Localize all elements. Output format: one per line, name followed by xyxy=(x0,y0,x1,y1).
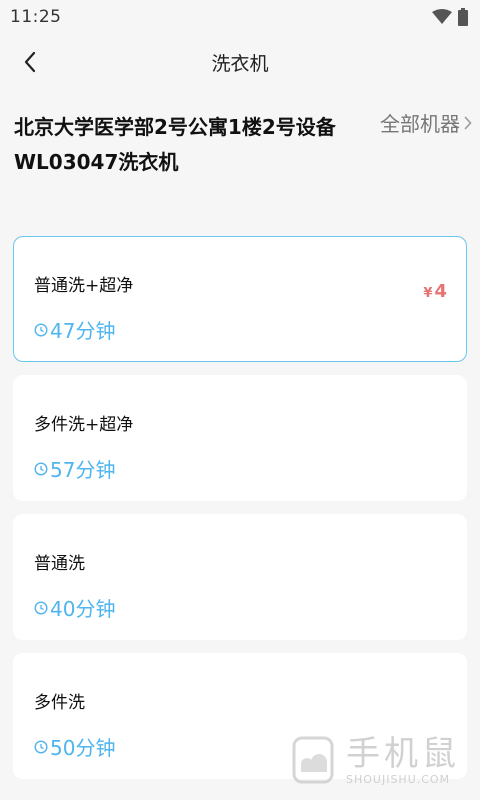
duration-text: 47分钟 xyxy=(50,319,116,343)
watermark-logo-icon xyxy=(292,736,334,784)
nav-bar: 洗衣机 xyxy=(0,34,480,90)
duration-text: 57分钟 xyxy=(50,458,116,482)
all-machines-link[interactable]: 全部机器 xyxy=(380,108,472,137)
program-list: 普通洗+超净 47分钟 ¥4 多件洗+超净 57分钟 普通洗 40分钟 多件洗 … xyxy=(0,236,480,779)
clock-icon xyxy=(34,461,48,476)
clock-icon xyxy=(34,322,48,337)
chevron-left-icon xyxy=(24,51,36,73)
program-duration: 47分钟 xyxy=(34,315,446,344)
status-bar: 11:25 xyxy=(0,0,480,34)
duration-text: 50分钟 xyxy=(50,736,116,760)
program-card[interactable]: 多件洗+超净 57分钟 xyxy=(13,375,467,501)
device-name: WL03047洗衣机 xyxy=(14,150,179,174)
chevron-right-icon xyxy=(464,116,472,129)
back-button[interactable] xyxy=(12,44,48,80)
clock-icon xyxy=(34,600,48,615)
program-name: 多件洗 xyxy=(34,693,85,713)
device-location: 北京大学医学部2号公寓1楼2号设备 xyxy=(14,115,336,139)
watermark: 手机鼠 SHOUJISHU.COM xyxy=(288,734,460,786)
program-name: 普通洗 xyxy=(34,554,85,574)
program-name: 多件洗+超净 xyxy=(34,415,134,435)
program-card[interactable]: 普通洗+超净 47分钟 ¥4 xyxy=(13,236,467,362)
program-duration: 57分钟 xyxy=(34,454,446,483)
price-value: 4 xyxy=(434,281,447,302)
wifi-icon xyxy=(432,9,452,24)
program-card[interactable]: 普通洗 40分钟 xyxy=(13,514,467,640)
program-duration: 40分钟 xyxy=(34,593,446,622)
program-price: ¥4 xyxy=(423,281,447,302)
program-name: 普通洗+超净 xyxy=(34,276,134,296)
watermark-main: 手机鼠 xyxy=(346,733,460,774)
all-machines-label: 全部机器 xyxy=(380,112,460,136)
duration-text: 40分钟 xyxy=(50,597,116,621)
currency-symbol: ¥ xyxy=(423,286,433,301)
device-header: 北京大学医学部2号公寓1楼2号设备 WL03047洗衣机 全部机器 xyxy=(0,90,480,236)
status-icons xyxy=(432,8,468,26)
battery-icon xyxy=(458,8,468,26)
clock-icon xyxy=(34,739,48,754)
status-time: 11:25 xyxy=(10,7,62,27)
page-title: 洗衣机 xyxy=(211,52,269,75)
watermark-sub: SHOUJISHU.COM xyxy=(346,772,451,786)
watermark-text: 手机鼠 SHOUJISHU.COM xyxy=(346,735,460,786)
